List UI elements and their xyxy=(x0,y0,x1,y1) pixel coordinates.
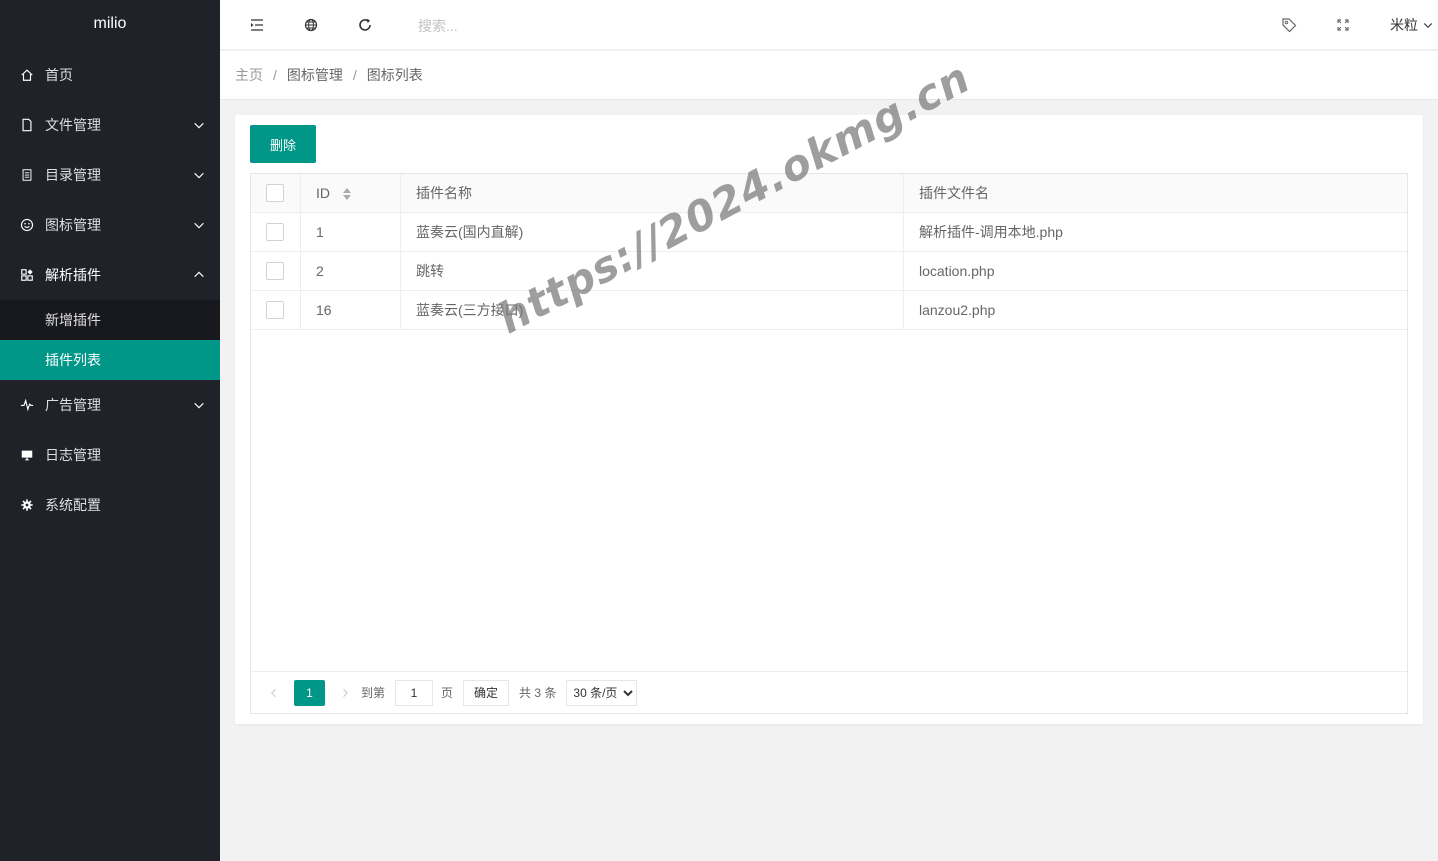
tag-button[interactable] xyxy=(1267,0,1311,50)
table-row[interactable]: 16 蓝奏云(三方接口) lanzou2.php xyxy=(251,291,1407,330)
refresh-icon xyxy=(359,18,371,31)
user-menu[interactable]: 米粒 xyxy=(1390,0,1434,50)
refresh-button[interactable] xyxy=(343,0,387,50)
sidebar-item-plugins[interactable]: 解析插件 xyxy=(0,250,220,300)
sidebar-item-icons[interactable]: 图标管理 xyxy=(0,200,220,250)
gear-icon xyxy=(20,498,34,512)
sidebar-subitem-add-plugin[interactable]: 新增插件 xyxy=(0,300,220,340)
pagination: 1 到第 页 确定 共 3 条 30 条/页 xyxy=(251,671,1407,713)
pulse-icon xyxy=(20,398,34,412)
sidebar-item-label: 文件管理 xyxy=(45,117,101,133)
cell-name: 蓝奏云(三方接口) xyxy=(401,291,904,329)
sidebar-item-ads[interactable]: 广告管理 xyxy=(0,380,220,430)
row-checkbox[interactable] xyxy=(266,262,284,280)
fullscreen-icon xyxy=(1337,19,1349,31)
column-header-file: 插件文件名 xyxy=(919,185,989,201)
sidebar-item-logs[interactable]: 日志管理 xyxy=(0,430,220,480)
breadcrumb-home[interactable]: 主页 xyxy=(235,65,263,85)
cell-file: location.php xyxy=(919,263,995,279)
tag-icon xyxy=(1282,18,1297,33)
table-row[interactable]: 2 跳转 location.php xyxy=(251,252,1407,291)
next-page-button[interactable] xyxy=(337,680,353,706)
breadcrumb-separator: / xyxy=(273,67,277,83)
chevron-down-icon xyxy=(194,122,204,129)
list-icon xyxy=(20,168,34,182)
monitor-icon xyxy=(20,448,34,462)
sidebar-subitem-plugin-list[interactable]: 插件列表 xyxy=(0,340,220,380)
file-icon xyxy=(20,118,34,132)
breadcrumb-separator: / xyxy=(352,67,357,83)
row-select-cell xyxy=(251,291,301,329)
goto-label: 到第 xyxy=(361,686,386,700)
website-button[interactable] xyxy=(289,0,333,50)
cell-name: 蓝奏云(国内直解) xyxy=(401,213,904,251)
column-header-id[interactable]: ID xyxy=(301,174,401,212)
chevron-down-icon xyxy=(194,402,204,409)
page-unit-label: 页 xyxy=(441,686,454,700)
cell-id: 1 xyxy=(301,213,401,251)
sidebar-item-home[interactable]: 首页 xyxy=(0,50,220,100)
sidebar: milio 首页 文件管理 目录管理 图标管理 解析插件 新增插件 插件列表 广… xyxy=(0,0,220,861)
sidebar-item-directories[interactable]: 目录管理 xyxy=(0,150,220,200)
cell-file: 解析插件-调用本地.php xyxy=(919,224,1063,240)
plugins-submenu: 新增插件 插件列表 xyxy=(0,300,220,380)
row-checkbox[interactable] xyxy=(266,301,284,319)
cell-id: 16 xyxy=(301,291,401,329)
menu-fold-icon xyxy=(251,19,263,31)
page-size-select[interactable]: 30 条/页 xyxy=(566,679,638,706)
sidebar-item-label: 解析插件 xyxy=(45,267,101,283)
select-all-checkbox[interactable] xyxy=(266,184,284,202)
plugin-table: ID 插件名称 插件文件名 1 蓝奏云(国内直解) 解析插件-调用本地.php … xyxy=(250,173,1408,714)
user-name: 米粒 xyxy=(1390,17,1418,33)
table-row[interactable]: 1 蓝奏云(国内直解) 解析插件-调用本地.php xyxy=(251,213,1407,252)
cell-id: 2 xyxy=(301,252,401,290)
app-logo[interactable]: milio xyxy=(0,0,220,50)
column-header-name: 插件名称 xyxy=(401,174,904,212)
table-header: ID 插件名称 插件文件名 xyxy=(251,174,1407,213)
breadcrumb-icons[interactable]: 图标管理 xyxy=(287,65,343,85)
home-icon xyxy=(20,68,34,82)
chevron-right-icon xyxy=(343,688,349,697)
fullscreen-button[interactable] xyxy=(1321,0,1365,50)
chevron-down-icon xyxy=(194,222,204,229)
search-input[interactable] xyxy=(418,15,618,37)
content-card: 删除 ID 插件名称 插件文件名 1 蓝奏云(国内直解) 解析插件-调用本地.p… xyxy=(235,115,1423,724)
apps-icon xyxy=(20,268,34,282)
sidebar-item-settings[interactable]: 系统配置 xyxy=(0,480,220,530)
top-header: 米粒 xyxy=(220,0,1438,50)
cell-file: lanzou2.php xyxy=(919,302,996,318)
breadcrumb-current: 图标列表 xyxy=(366,67,423,83)
total-count: 共 3 条 xyxy=(519,686,557,700)
row-checkbox[interactable] xyxy=(266,223,284,241)
sort-icon[interactable] xyxy=(342,187,352,201)
row-select-cell xyxy=(251,252,301,290)
goto-page-input[interactable] xyxy=(395,679,434,706)
menu-toggle-button[interactable] xyxy=(235,0,279,50)
chevron-down-icon xyxy=(194,172,204,179)
goto-confirm-button[interactable]: 确定 xyxy=(463,679,510,706)
sidebar-item-label: 广告管理 xyxy=(45,397,101,413)
globe-icon xyxy=(304,18,318,32)
smile-icon xyxy=(20,218,34,232)
breadcrumb: 主页 / 图标管理 / 图标列表 xyxy=(220,51,1438,100)
select-all-cell xyxy=(251,174,301,212)
sidebar-item-label: 日志管理 xyxy=(45,447,101,463)
chevron-up-icon xyxy=(194,271,204,278)
chevron-left-icon xyxy=(270,688,276,697)
sidebar-item-label: 目录管理 xyxy=(45,167,101,183)
chevron-down-icon xyxy=(1423,23,1433,29)
delete-button[interactable]: 删除 xyxy=(250,125,316,163)
sidebar-item-label: 首页 xyxy=(45,67,73,83)
column-header-label: ID xyxy=(316,185,330,201)
cell-name: 跳转 xyxy=(401,252,904,290)
sidebar-item-files[interactable]: 文件管理 xyxy=(0,100,220,150)
prev-page-button[interactable] xyxy=(266,680,282,706)
sidebar-item-label: 系统配置 xyxy=(45,497,101,513)
sidebar-item-label: 图标管理 xyxy=(45,217,101,233)
row-select-cell xyxy=(251,213,301,251)
page-number-current[interactable]: 1 xyxy=(294,679,325,706)
